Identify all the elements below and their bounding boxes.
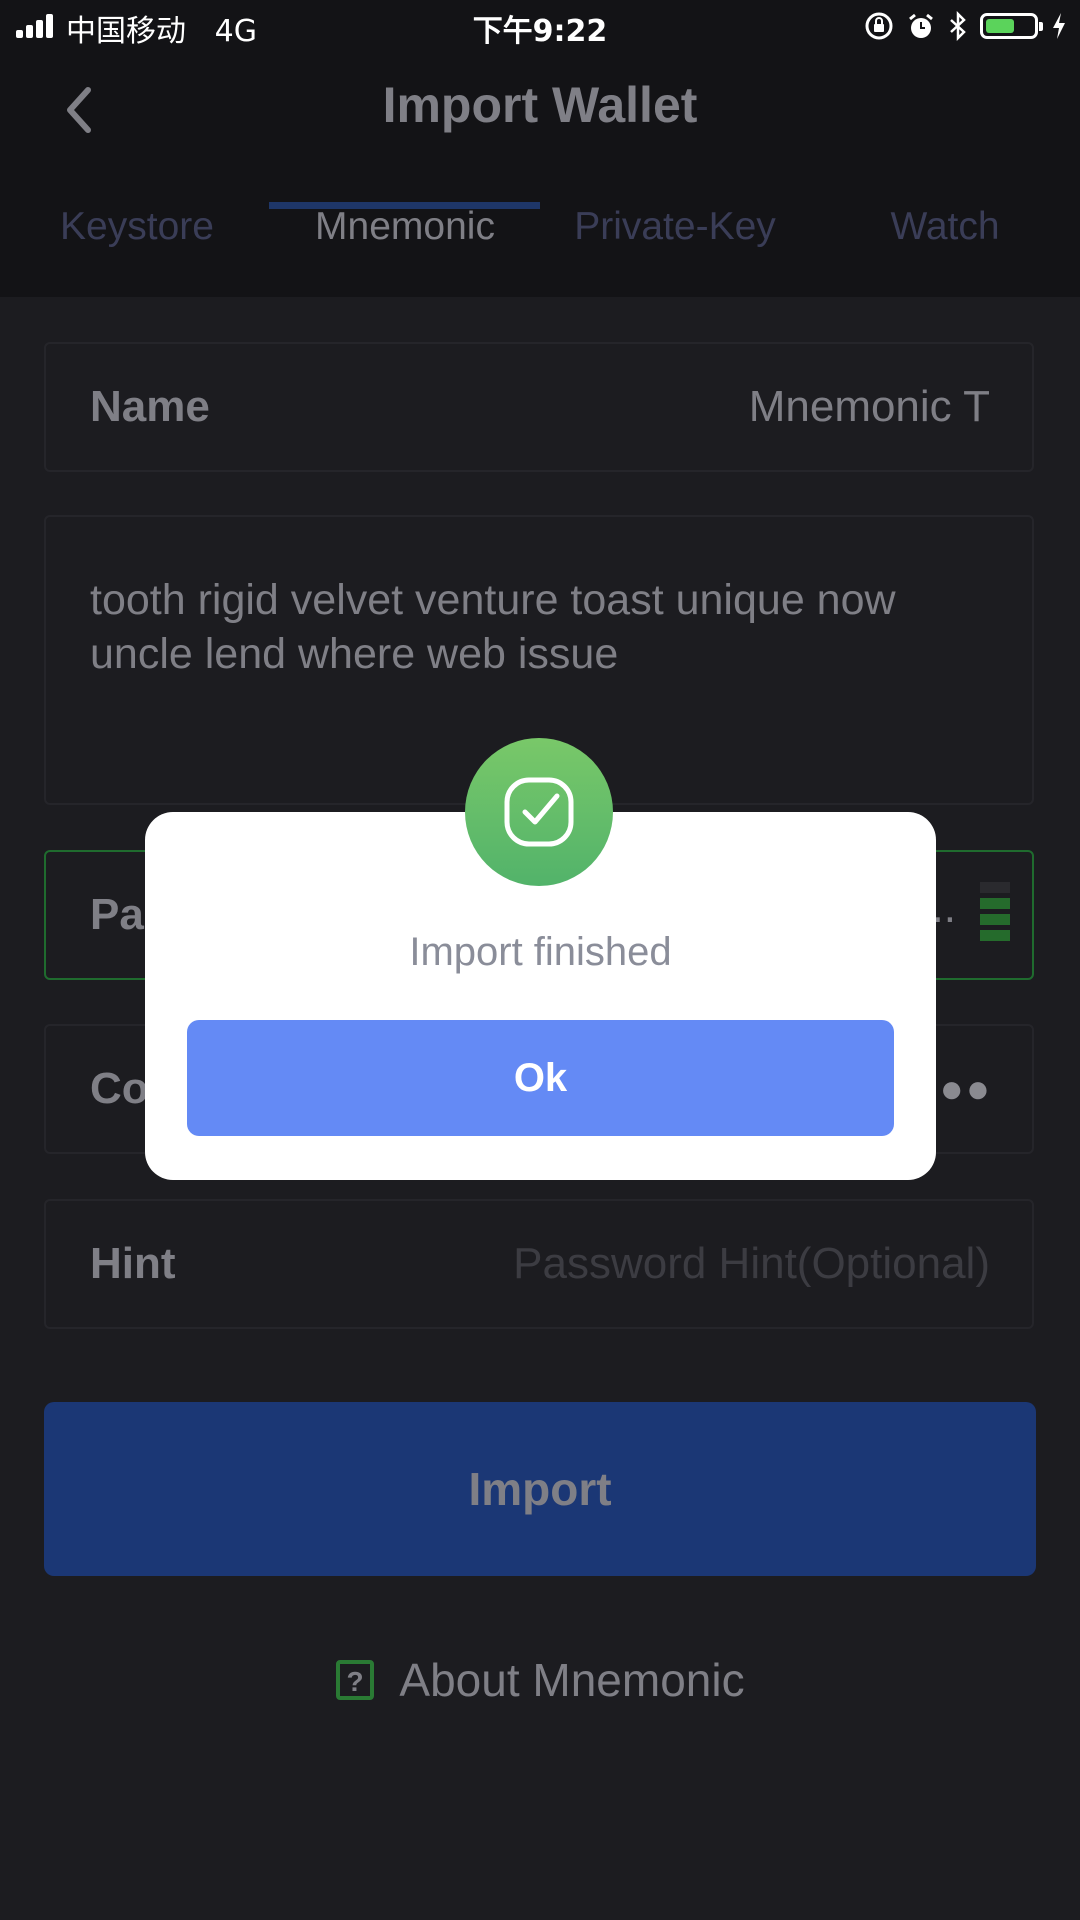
- status-icons: [864, 8, 1068, 44]
- svg-text:?: ?: [347, 1666, 364, 1697]
- password-label: Pa: [90, 890, 144, 939]
- header: Import Wallet Keystore Mnemonic Private-…: [0, 52, 1080, 297]
- tab-bar: Keystore Mnemonic Private-Key Watch: [0, 192, 1080, 297]
- help-icon: ?: [336, 1660, 375, 1700]
- name-input[interactable]: Mnemonic T: [749, 344, 990, 470]
- charging-icon: [1053, 13, 1065, 39]
- confirm-label: Co: [90, 1064, 149, 1113]
- check-icon: [504, 777, 574, 847]
- tab-keystore[interactable]: Keystore: [2, 192, 272, 292]
- about-mnemonic-label: About Mnemonic: [399, 1654, 745, 1706]
- battery-icon: [980, 13, 1043, 39]
- dialog-message: Import finished: [409, 930, 672, 974]
- success-badge: [465, 738, 613, 886]
- ok-button[interactable]: Ok: [187, 1020, 894, 1136]
- password-strength-indicator: [980, 882, 1010, 946]
- hint-field[interactable]: Hint Password Hint(Optional): [44, 1199, 1034, 1329]
- import-button[interactable]: Import: [44, 1402, 1036, 1576]
- mnemonic-text: tooth rigid velvet venture toast unique …: [90, 576, 896, 678]
- bluetooth-icon: [950, 11, 966, 41]
- name-field[interactable]: Name Mnemonic T: [44, 342, 1034, 472]
- confirm-password-dots: ●●: [939, 1067, 992, 1111]
- alarm-icon: [909, 13, 933, 38]
- tab-underline: [269, 202, 540, 209]
- name-label: Name: [90, 382, 210, 431]
- page-title: Import Wallet: [382, 77, 698, 133]
- tab-private-key[interactable]: Private-Key: [540, 192, 810, 292]
- hint-label: Hint: [90, 1239, 176, 1288]
- status-bar: 中国移动 4G 下午9:22: [0, 0, 1080, 52]
- hint-input[interactable]: Password Hint(Optional): [513, 1201, 990, 1327]
- about-mnemonic-link[interactable]: ? About Mnemonic: [0, 1650, 1080, 1710]
- orientation-lock-icon: [865, 12, 893, 40]
- tab-watch[interactable]: Watch: [810, 192, 1080, 292]
